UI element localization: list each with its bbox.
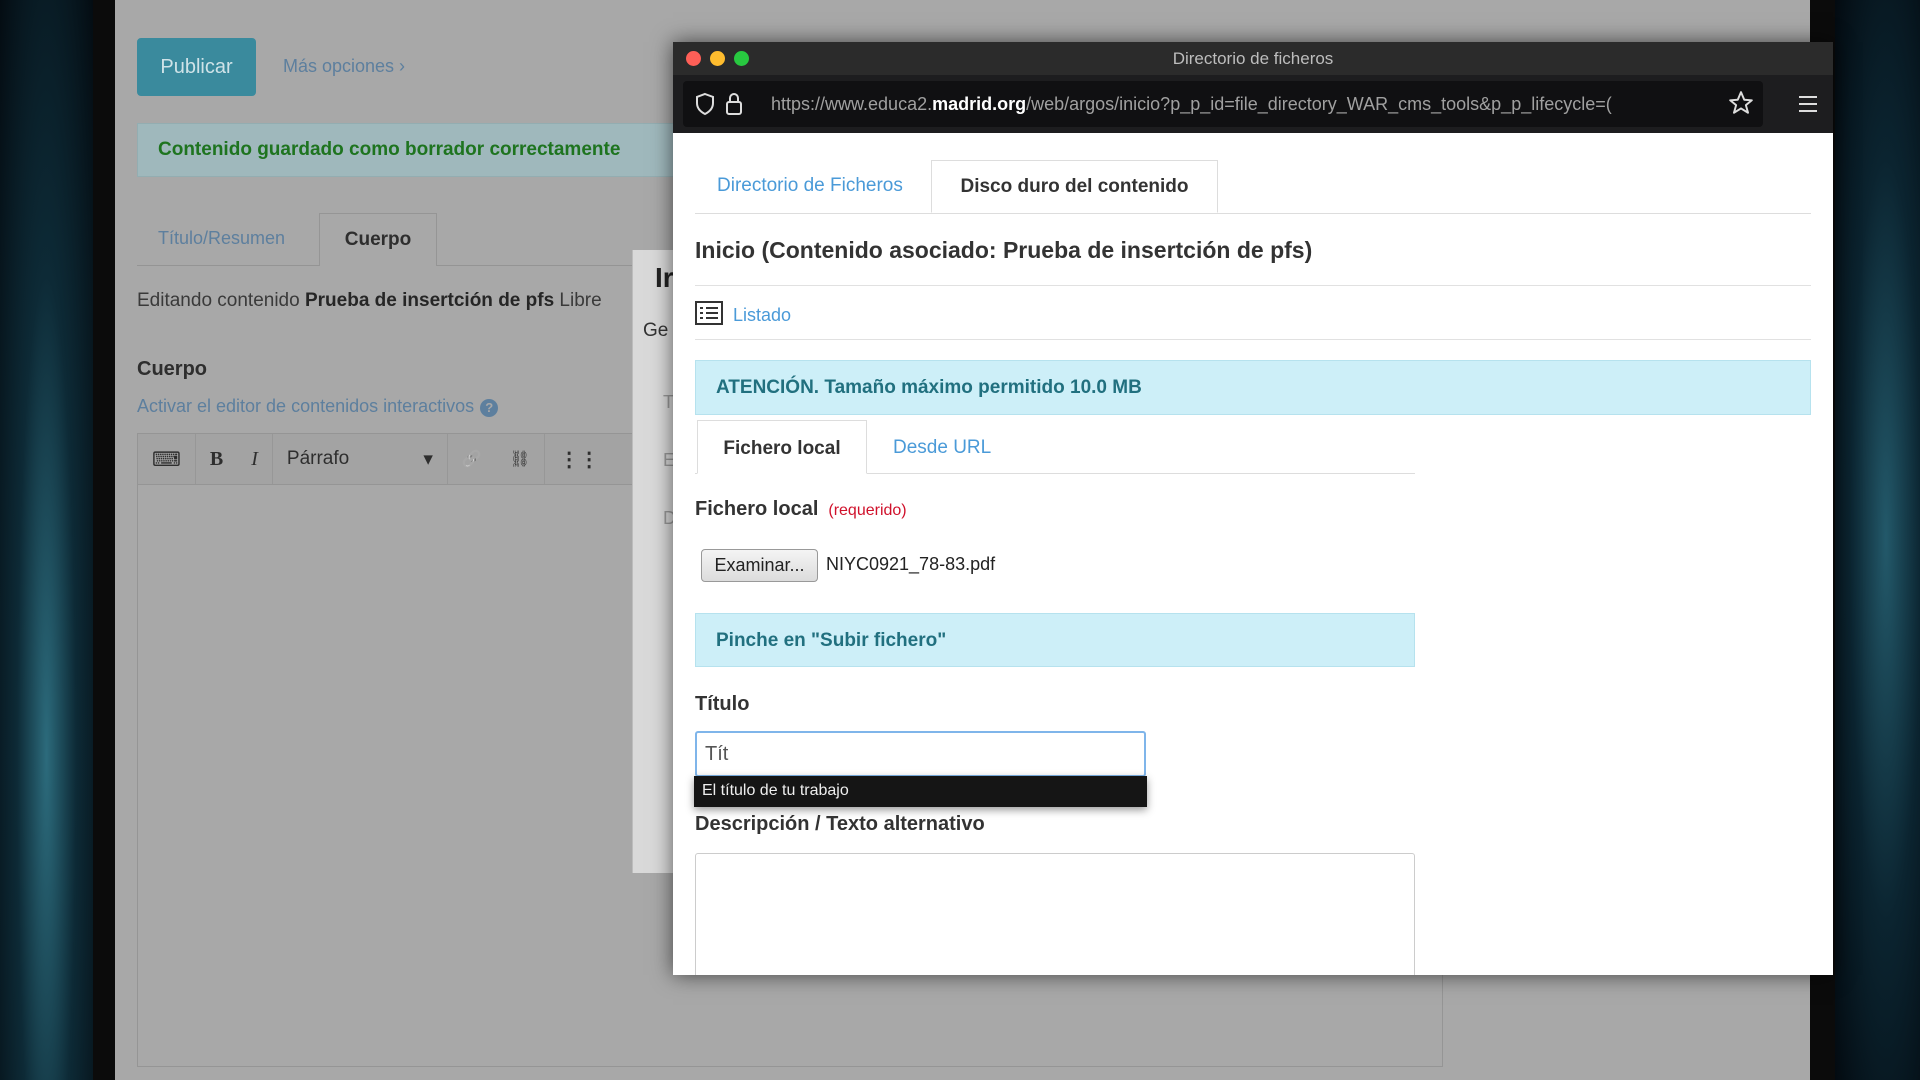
description-textarea[interactable] [695,853,1415,975]
bookmark-star-icon[interactable] [1728,90,1754,116]
tab-disco-duro[interactable]: Disco duro del contenido [931,160,1218,213]
upload-hint-alert: Pinche en "Subir fichero" [695,613,1415,667]
required-marker: (requerido) [828,502,906,519]
saved-alert: Contenido guardado como borrador correct… [137,123,737,177]
url-path: /web/argos/inicio?p_p_id=file_directory_… [1026,94,1612,114]
divider [695,285,1811,286]
menu-icon[interactable] [1798,95,1818,113]
list-view-icon[interactable] [695,301,723,325]
tab-fichero-local[interactable]: Fichero local [697,420,867,474]
desktop-wallpaper-left [0,0,93,1080]
popup-content: Directorio de Ficheros Disco duro del co… [673,133,1833,975]
lock-icon[interactable] [725,91,743,117]
editor-toolbar: ⌨ B I Párrafo ▾ 🔗 ⛓ ⋮⋮ [137,433,657,485]
editing-info: Editando contenido Prueba de insertción … [137,290,602,312]
dialog-field: D [663,508,673,529]
chevron-down-icon: ▾ [423,448,433,471]
address-bar: https://www.educa2.madrid.org/web/argos/… [673,75,1833,133]
dialog-tab[interactable]: Ge [643,320,668,342]
maximize-window-button[interactable] [734,51,749,66]
unlink-icon[interactable]: ⛓ [496,434,545,484]
interactive-editor-link[interactable]: Activar el editor de contenidos interact… [137,396,498,417]
divider [695,339,1811,340]
editing-suffix: Libre [559,290,601,311]
interactive-editor-label: Activar el editor de contenidos interact… [137,396,474,416]
window-border [93,0,115,1080]
url-domain: madrid.org [932,94,1026,114]
tab-titulo-resumen[interactable]: Título/Resumen [158,228,285,249]
size-limit-alert: ATENCIÓN. Tamaño máximo permitido 10.0 M… [695,360,1811,415]
body-heading: Cuerpo [137,358,207,381]
window-title: Directorio de ficheros [1173,49,1334,68]
close-window-button[interactable] [686,51,701,66]
url-prefix: https://www.educa2. [771,94,932,114]
browse-button[interactable]: Examinar... [701,549,818,582]
link-icon[interactable]: 🔗 [448,434,496,484]
file-label-text: Fichero local [695,498,818,520]
bold-button[interactable]: B [196,434,237,484]
insert-dialog: Ir Ge T E D [632,250,673,873]
tab-directorio-ficheros[interactable]: Directorio de Ficheros [717,175,903,197]
window-titlebar: Directorio de ficheros [673,42,1833,75]
listado-link[interactable]: Listado [733,305,791,326]
tabs-divider [695,213,1811,214]
page-heading: Inicio (Contenido asociado: Prueba de in… [695,237,1312,264]
file-label: Fichero local (requerido) [695,498,907,521]
title-input[interactable] [695,731,1146,777]
file-directory-window: Directorio de ficheros https://www.educa… [673,42,1833,975]
minimize-window-button[interactable] [710,51,725,66]
description-label: Descripción / Texto alternativo [695,813,985,836]
help-icon[interactable]: ? [480,399,498,417]
editing-title: Prueba de insertción de pfs [305,290,554,311]
editing-prefix: Editando contenido [137,290,300,311]
title-label: Título [695,693,749,716]
format-select[interactable]: Párrafo ▾ [273,434,448,484]
selected-file-name: NIYC0921_78-83.pdf [826,554,995,575]
tab-cuerpo[interactable]: Cuerpo [319,213,437,266]
desktop-wallpaper-right [1835,0,1920,1080]
italic-button[interactable]: I [237,434,273,484]
list-icon[interactable]: ⋮⋮ [545,434,613,484]
publish-button[interactable]: Publicar [137,38,256,96]
more-options-link[interactable]: Más opciones › [283,56,405,77]
url-text[interactable]: https://www.educa2.madrid.org/web/argos/… [771,94,1816,115]
dialog-field: E [663,450,673,471]
tab-desde-url[interactable]: Desde URL [893,437,991,459]
format-value: Párrafo [287,448,349,470]
shield-icon[interactable] [695,92,715,116]
dialog-heading: Ir [655,262,673,294]
autocomplete-suggestion[interactable]: El título de tu trabajo [694,776,1147,807]
keyboard-icon[interactable]: ⌨ [138,434,196,484]
dialog-field: T [663,392,673,413]
